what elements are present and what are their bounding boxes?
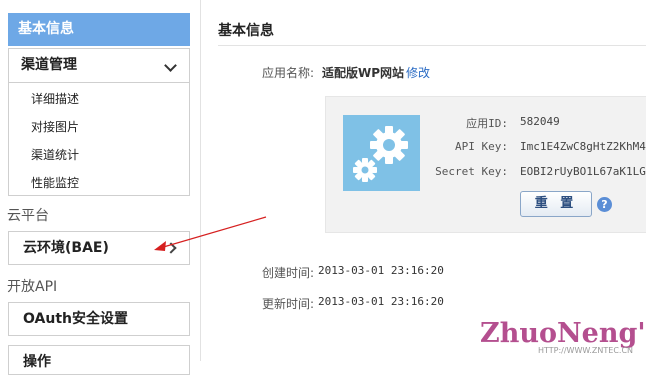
watermark-logo: ZhuoNeng's — [480, 318, 646, 349]
watermark-url: HTTP://WWW.ZNTEC.CN — [538, 346, 634, 355]
annotation-arrow — [154, 216, 267, 251]
